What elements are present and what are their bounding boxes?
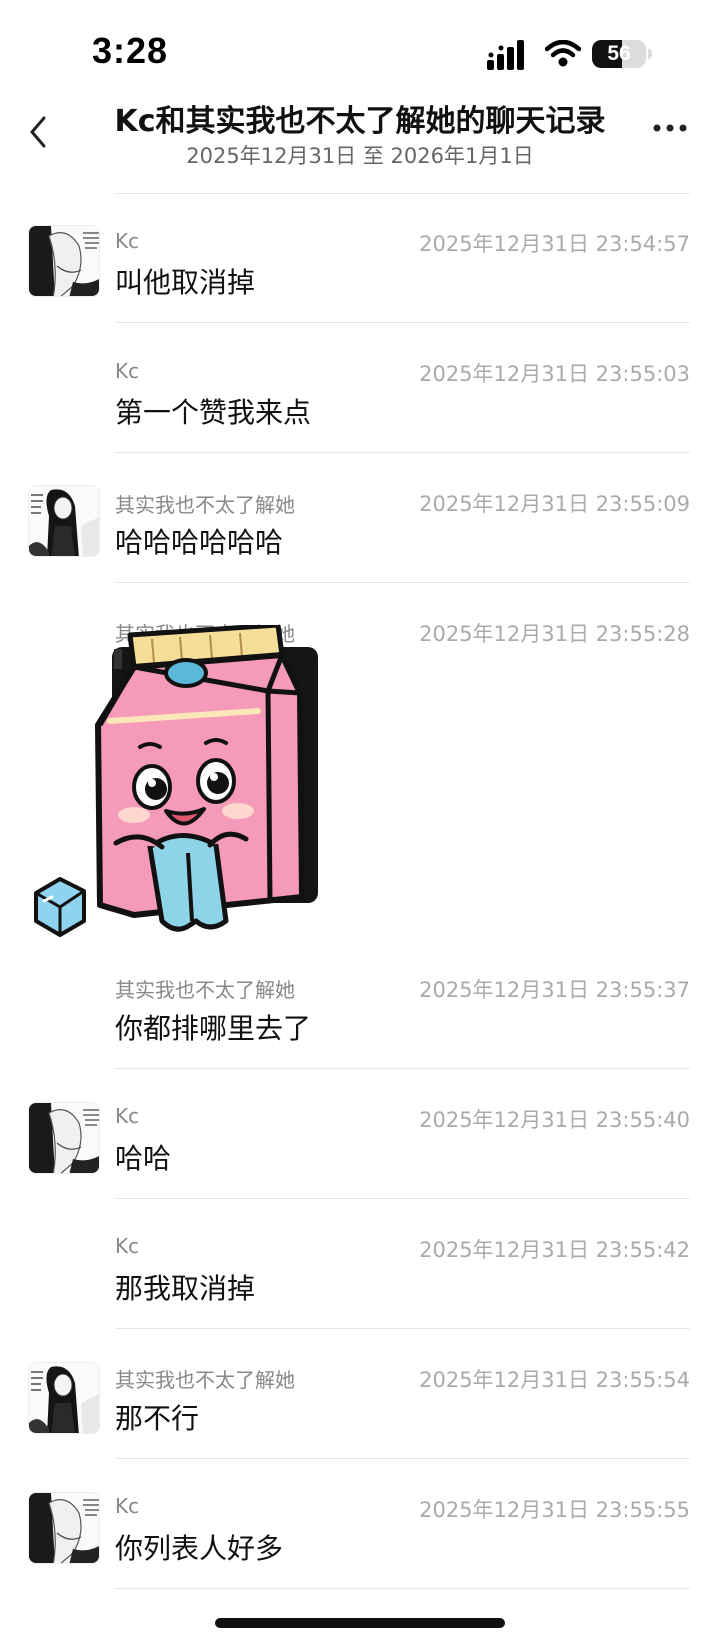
status-time: 3:28 (92, 30, 169, 71)
sender-name: Kc (115, 359, 140, 383)
message-text: 你都排哪里去了 (115, 1012, 312, 1045)
wifi-icon (545, 40, 581, 67)
message-timestamp: 2025年12月31日 23:55:37 (419, 978, 690, 1002)
avatar-other[interactable] (28, 485, 100, 557)
divider (115, 1198, 690, 1199)
page-title: Kc和其实我也不太了解她的聊天记录 (114, 104, 606, 139)
divider (115, 1458, 690, 1459)
nav-header: Kc和其实我也不太了解她的聊天记录 2025年12月31日 至 2026年1月1… (0, 96, 720, 180)
divider (115, 322, 690, 323)
sender-name: 其实我也不太了解她 (115, 493, 295, 517)
avatar-kc[interactable] (28, 1492, 100, 1564)
milk-carton-sticker[interactable] (30, 625, 330, 965)
sender-name: 其实我也不太了解她 (115, 978, 295, 1002)
manga-avatar-icon (29, 1363, 99, 1433)
manga-avatar-icon (29, 486, 99, 556)
manga-avatar-icon (29, 1103, 99, 1173)
message-text: 那我取消掉 (115, 1272, 256, 1305)
message-timestamp: 2025年12月31日 23:54:57 (419, 232, 690, 256)
status-bar: 3:28 56 (0, 0, 720, 100)
message-text: 哈哈 (115, 1142, 172, 1175)
chevron-left-icon[interactable] (24, 112, 54, 152)
home-indicator[interactable] (215, 1618, 505, 1628)
message-timestamp: 2025年12月31日 23:55:42 (419, 1238, 690, 1262)
manga-avatar-icon (29, 1493, 99, 1563)
sender-name: 其实我也不太了解她 (115, 1368, 295, 1392)
date-range: 2025年12月31日 至 2026年1月1日 (186, 144, 534, 168)
message-timestamp: 2025年12月31日 23:55:55 (419, 1498, 690, 1522)
ice-cube-icon (34, 877, 86, 937)
divider (115, 193, 690, 194)
divider (115, 1328, 690, 1329)
divider (115, 1588, 690, 1589)
message-timestamp: 2025年12月31日 23:55:40 (419, 1108, 690, 1132)
message-timestamp: 2025年12月31日 23:55:03 (419, 362, 690, 386)
cellular-signal-icon (487, 40, 524, 70)
battery-indicator: 56 (592, 40, 652, 68)
sender-name: Kc (115, 229, 140, 253)
divider (115, 452, 690, 453)
avatar-other[interactable] (28, 1362, 100, 1434)
message-text: 那不行 (115, 1402, 200, 1435)
more-horizontal-icon[interactable] (652, 122, 688, 134)
message-timestamp: 2025年12月31日 23:55:28 (419, 622, 690, 646)
message-text: 哈哈哈哈哈哈 (115, 526, 284, 559)
sender-name: Kc (115, 1104, 140, 1128)
sender-name: Kc (115, 1494, 140, 1518)
battery-level: 56 (607, 42, 631, 65)
message-text: 第一个赞我来点 (115, 396, 312, 429)
message-text: 你列表人好多 (115, 1532, 284, 1565)
divider (115, 582, 690, 583)
avatar-kc[interactable] (28, 225, 100, 297)
message-text: 叫他取消掉 (115, 266, 256, 299)
message-timestamp: 2025年12月31日 23:55:54 (419, 1368, 690, 1392)
divider (115, 1068, 690, 1069)
message-timestamp: 2025年12月31日 23:55:09 (419, 492, 690, 516)
avatar-kc[interactable] (28, 1102, 100, 1174)
sender-name: Kc (115, 1234, 140, 1258)
manga-avatar-icon (29, 226, 99, 296)
